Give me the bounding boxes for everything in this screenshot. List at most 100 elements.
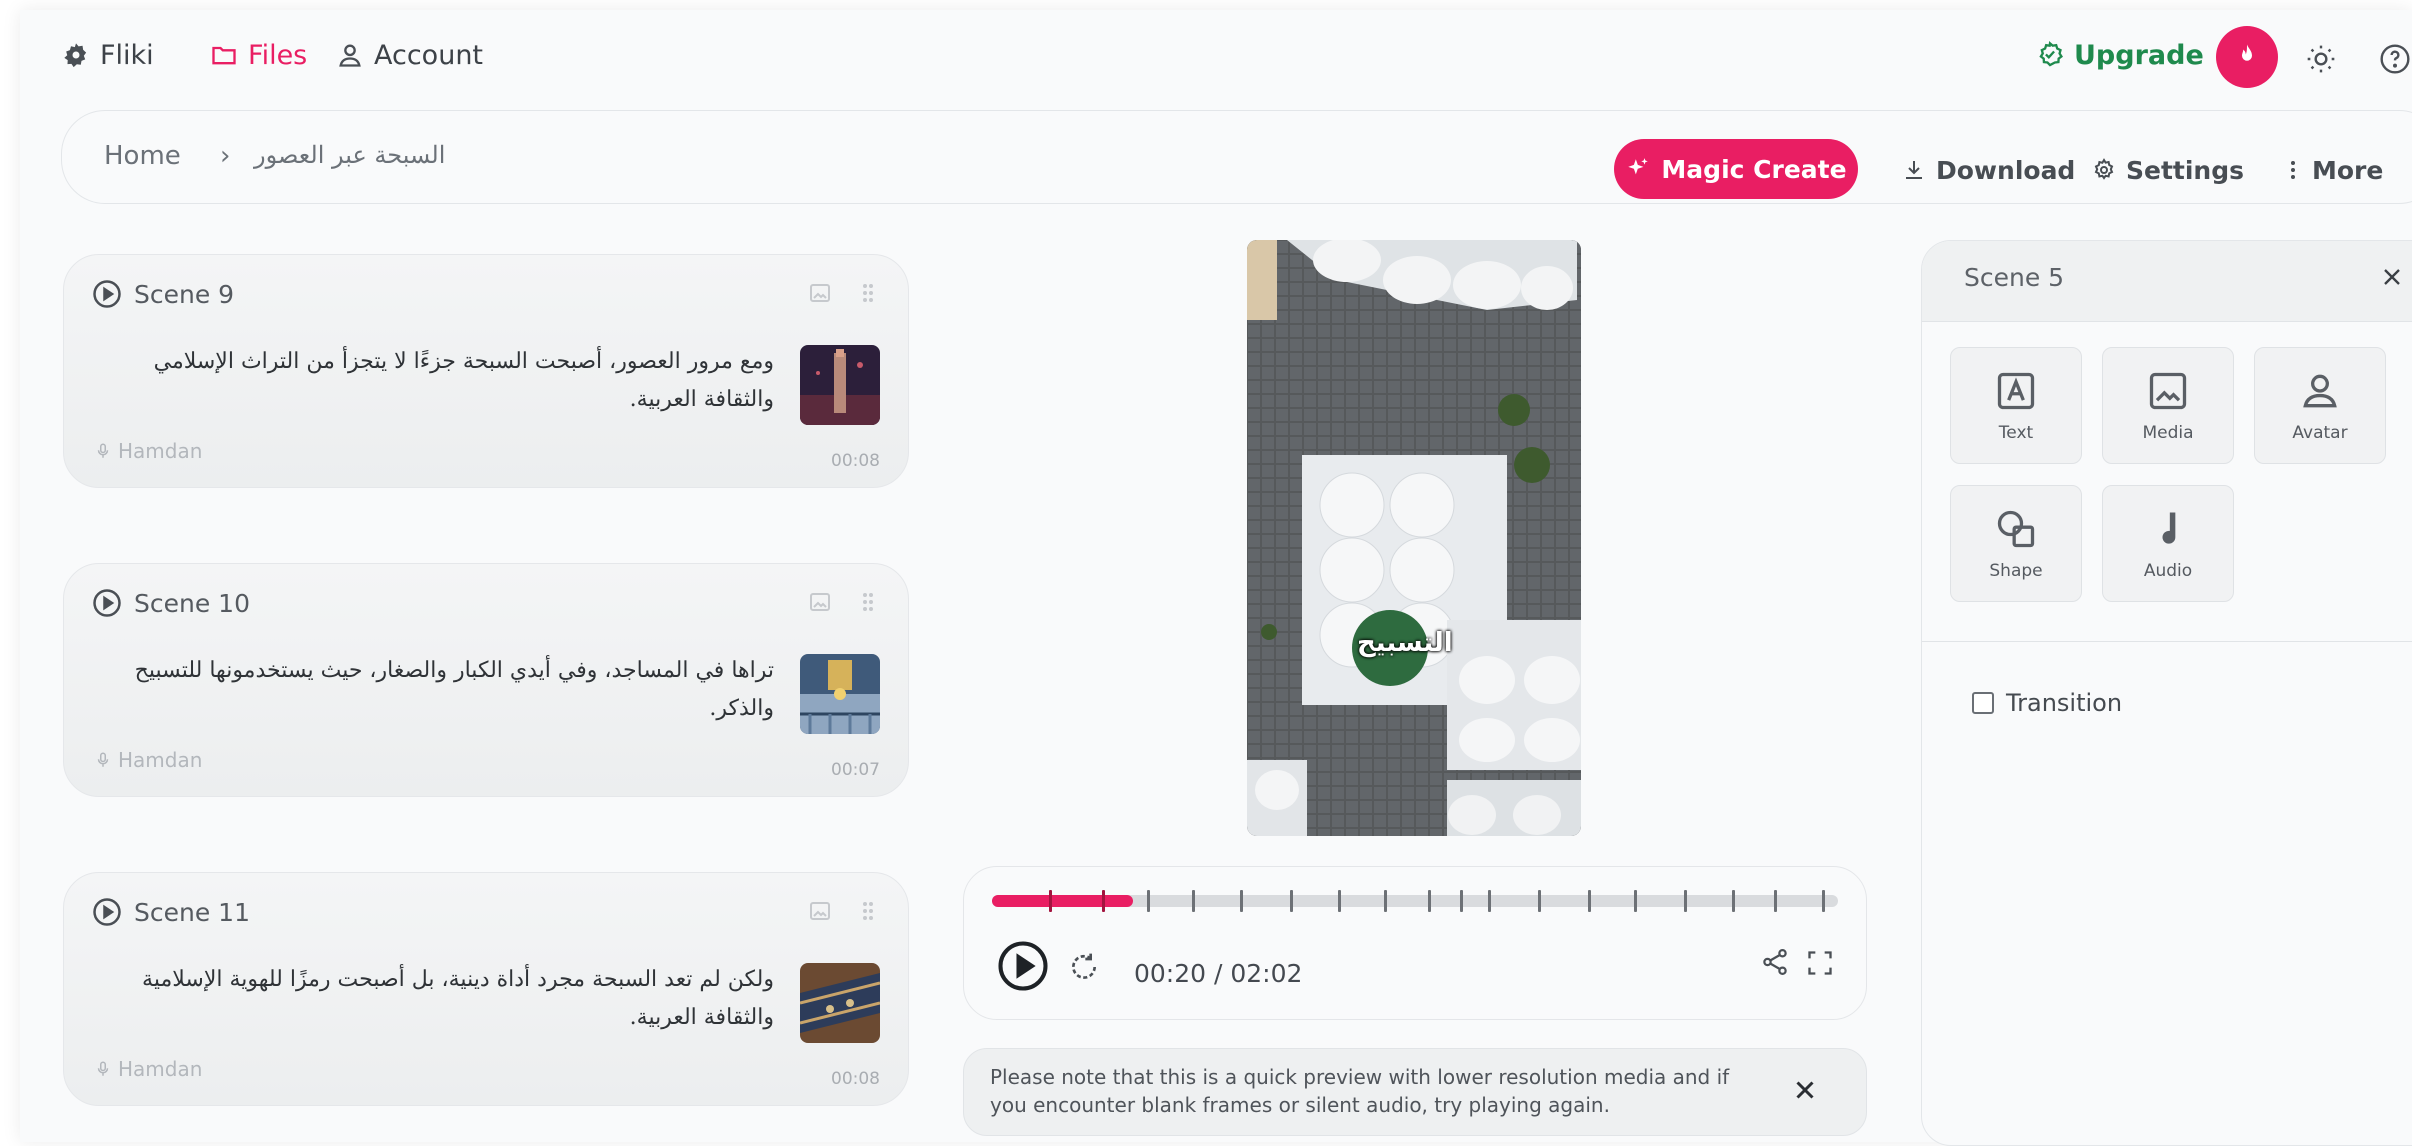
scene-duration: 00:07 bbox=[831, 760, 880, 780]
fullscreen-button[interactable] bbox=[1806, 949, 1834, 977]
close-panel-button[interactable] bbox=[2378, 263, 2408, 293]
app-window: Fliki Files Account Upgrade Home › السبح… bbox=[20, 10, 2412, 1146]
share-icon bbox=[1763, 949, 1787, 975]
scene-thumbnail[interactable] bbox=[800, 963, 880, 1043]
transition-checkbox[interactable] bbox=[1972, 692, 1994, 714]
brand-logo[interactable]: Fliki bbox=[62, 38, 154, 72]
theme-toggle-button[interactable] bbox=[2304, 42, 2338, 76]
scene-card[interactable]: Scene 11 ولكن لم تعد السبحة مجرد أداة دي… bbox=[63, 872, 909, 1106]
add-media-tile[interactable]: Media bbox=[2102, 347, 2234, 464]
voice-label[interactable]: Hamdan bbox=[94, 1057, 202, 1081]
download-label: Download bbox=[1936, 155, 2076, 185]
user-avatar-button[interactable] bbox=[2216, 26, 2278, 88]
tile-label: Text bbox=[1998, 422, 2034, 443]
voice-name: Hamdan bbox=[118, 439, 203, 463]
gear-icon bbox=[2094, 158, 2114, 180]
aerial-mosque-image bbox=[1247, 240, 1581, 836]
transition-toggle[interactable]: Transition bbox=[1972, 689, 2122, 717]
scene-marker bbox=[1384, 890, 1387, 912]
image-icon[interactable] bbox=[808, 281, 832, 305]
nav-files[interactable]: Files bbox=[210, 38, 307, 72]
close-icon bbox=[1796, 1081, 1814, 1099]
scene-marker bbox=[1428, 890, 1431, 912]
image-icon[interactable] bbox=[808, 590, 832, 614]
scene-title: Scene 11 bbox=[134, 897, 250, 927]
timeline-progress bbox=[992, 895, 1134, 907]
add-avatar-tile[interactable]: Avatar bbox=[2254, 347, 2386, 464]
replay-button[interactable] bbox=[1068, 951, 1100, 983]
tile-label: Media bbox=[2142, 422, 2194, 443]
play-circle-icon[interactable] bbox=[92, 279, 122, 309]
breadcrumb-toolbar: Home › السبحة عبر العصور Magic Create Do… bbox=[61, 110, 2412, 204]
play-button[interactable] bbox=[996, 939, 1050, 993]
sparkles-icon bbox=[1628, 158, 1649, 175]
scene-card[interactable]: Scene 9 ومع مرور العصور، أصبحت السبحة جز… bbox=[63, 254, 909, 488]
share-button[interactable] bbox=[1760, 947, 1790, 977]
voice-label[interactable]: Hamdan bbox=[94, 748, 202, 772]
dismiss-notice-button[interactable] bbox=[1790, 1075, 1820, 1105]
more-button[interactable]: More bbox=[2284, 153, 2383, 187]
scene-script-text[interactable]: ولكن لم تعد السبحة مجرد أداة دينية، بل أ… bbox=[92, 961, 774, 1037]
drag-handle-icon[interactable] bbox=[858, 281, 878, 305]
scene-script-text[interactable]: ومع مرور العصور، أصبحت السبحة جزءًا لا ي… bbox=[124, 343, 774, 419]
scene-duration: 00:08 bbox=[831, 451, 880, 471]
settings-button[interactable]: Settings bbox=[2092, 153, 2244, 187]
scene-script-text[interactable]: تراها في المساجد، وفي أيدي الكبار والصغا… bbox=[124, 652, 774, 728]
scene-marker bbox=[1684, 890, 1687, 912]
scene-header: Scene 9 bbox=[92, 279, 234, 309]
add-shape-tile[interactable]: Shape bbox=[1950, 485, 2082, 602]
brand-name: Fliki bbox=[100, 39, 154, 71]
timeline-track[interactable] bbox=[992, 890, 1838, 912]
play-circle-icon bbox=[998, 941, 1048, 991]
notice-text: Please note that this is a quick preview… bbox=[990, 1065, 1730, 1117]
image-icon bbox=[2149, 372, 2187, 409]
scene-tools bbox=[808, 899, 878, 923]
scene-thumbnail[interactable] bbox=[800, 654, 880, 734]
more-vertical-icon bbox=[2291, 161, 2295, 179]
breadcrumb-current: السبحة عبر العصور bbox=[254, 141, 446, 169]
add-audio-tile[interactable]: Audio bbox=[2102, 485, 2234, 602]
scene-thumbnail[interactable] bbox=[800, 345, 880, 425]
magic-create-label: Magic Create bbox=[1661, 154, 1847, 184]
voice-label[interactable]: Hamdan bbox=[94, 439, 202, 463]
magic-create-button[interactable]: Magic Create bbox=[1614, 139, 1858, 199]
play-circle-icon[interactable] bbox=[92, 588, 122, 618]
download-button[interactable]: Download bbox=[1902, 153, 2075, 187]
nav-files-label: Files bbox=[248, 39, 308, 71]
voice-name: Hamdan bbox=[118, 748, 203, 772]
scene-marker bbox=[1102, 890, 1105, 912]
video-preview[interactable]: التسبيح bbox=[1247, 240, 1581, 836]
upgrade-button[interactable]: Upgrade bbox=[2036, 38, 2204, 72]
breadcrumb-home[interactable]: Home bbox=[104, 141, 181, 171]
playback-controls: 00:20 / 02:02 bbox=[963, 866, 1867, 1020]
scene-marker bbox=[1240, 890, 1243, 912]
scene-marker bbox=[1192, 890, 1195, 912]
more-label: More bbox=[2312, 155, 2384, 185]
fullscreen-icon bbox=[1808, 951, 1832, 975]
preview-caption: التسبيح bbox=[1357, 628, 1453, 658]
add-text-tile[interactable]: Text bbox=[1950, 347, 2082, 464]
play-circle-icon[interactable] bbox=[92, 897, 122, 927]
help-button[interactable] bbox=[2378, 42, 2412, 76]
scene-header: Scene 11 bbox=[92, 897, 250, 927]
drag-handle-icon[interactable] bbox=[858, 899, 878, 923]
scene-marker bbox=[1538, 890, 1541, 912]
image-icon[interactable] bbox=[808, 899, 832, 923]
scene-marker bbox=[1774, 890, 1777, 912]
close-icon bbox=[2384, 269, 2400, 285]
scene-title: Scene 9 bbox=[134, 279, 235, 309]
panel-header: Scene 5 bbox=[1922, 241, 2412, 322]
scene-tools bbox=[808, 281, 878, 305]
user-icon bbox=[339, 44, 361, 67]
scene-marker bbox=[1460, 890, 1463, 912]
voice-name: Hamdan bbox=[118, 1057, 203, 1081]
drag-handle-icon[interactable] bbox=[858, 590, 878, 614]
flame-icon bbox=[2242, 44, 2252, 61]
scene-marker bbox=[1634, 890, 1637, 912]
text-icon bbox=[1997, 372, 2035, 409]
scene-card[interactable]: Scene 10 تراها في المساجد، وفي أيدي الكب… bbox=[63, 563, 909, 797]
help-circle-icon bbox=[2380, 44, 2410, 74]
nav-account[interactable]: Account bbox=[336, 38, 483, 72]
sun-icon bbox=[2307, 45, 2335, 73]
transition-label: Transition bbox=[2006, 689, 2123, 717]
